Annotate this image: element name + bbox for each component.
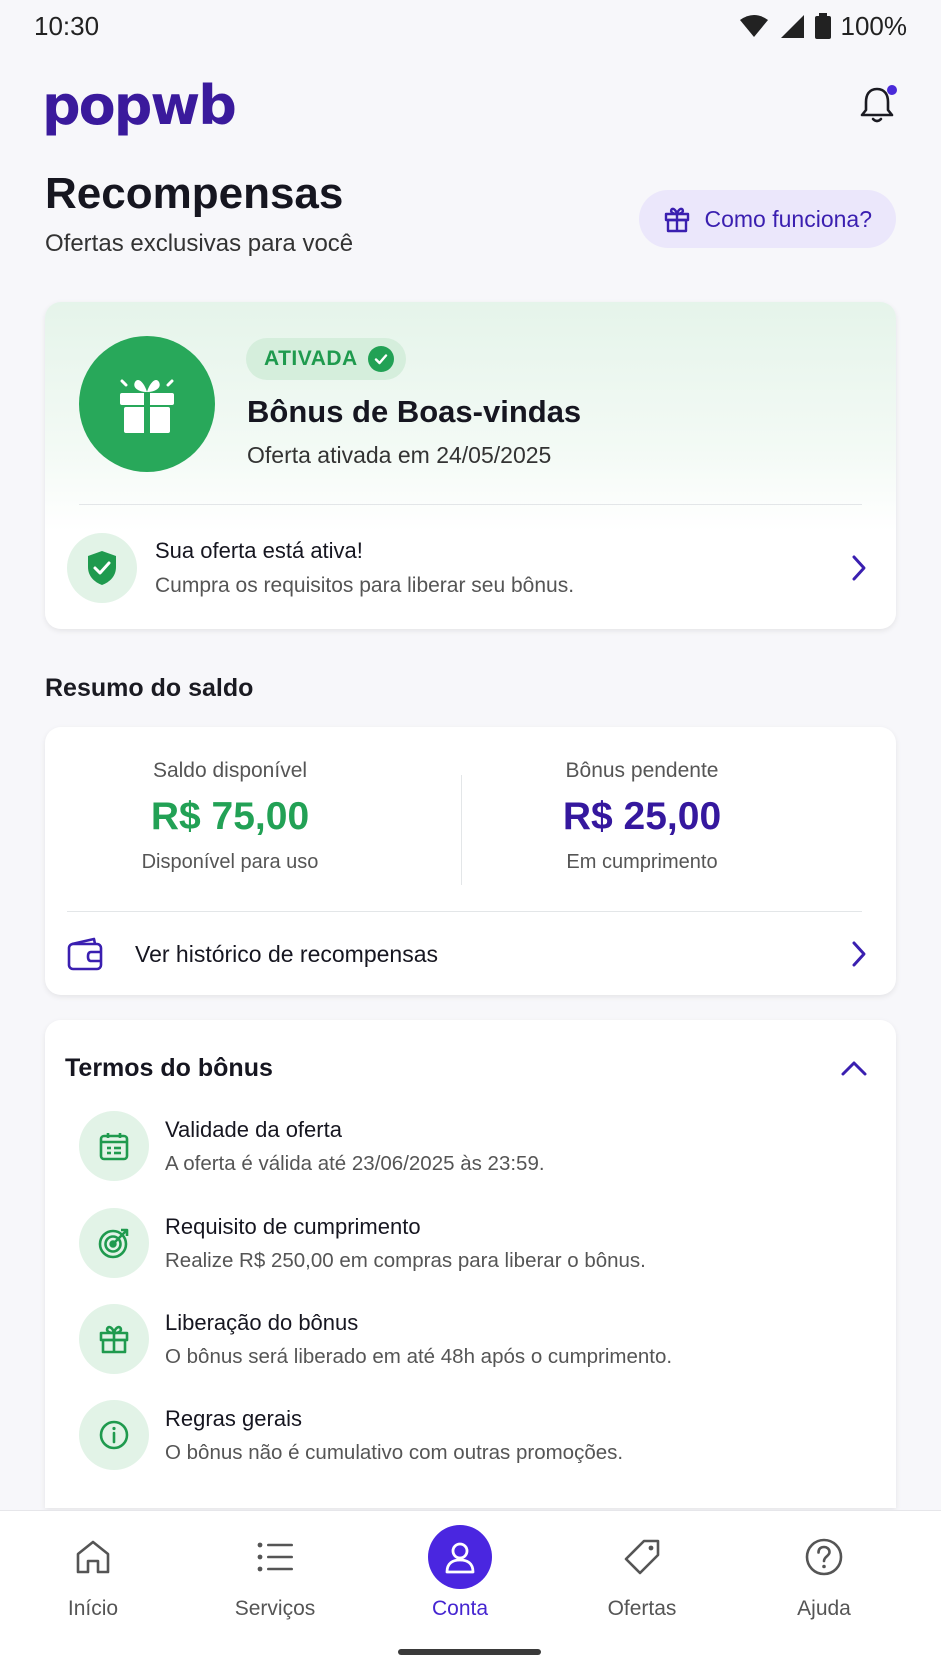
bonus-gift-avatar bbox=[79, 336, 215, 472]
wallet-icon bbox=[67, 937, 103, 971]
notification-dot bbox=[887, 85, 897, 95]
offer-activation-date: Oferta ativada em 24/05/2025 bbox=[247, 442, 552, 468]
check-circle-icon bbox=[367, 346, 394, 372]
list-icon bbox=[257, 1542, 293, 1572]
signal-icon bbox=[780, 15, 804, 38]
term-item-rules: Regras gerais O bônus não é cumulativo c… bbox=[79, 1399, 862, 1471]
term-description: Realize R$ 250,00 em compras para libera… bbox=[165, 1248, 646, 1272]
bonus-terms-card: Termos do bônus Validade da oferta A ofe… bbox=[45, 1020, 896, 1508]
term-item-validity: Validade da oferta A oferta é válida até… bbox=[79, 1110, 862, 1182]
help-icon bbox=[805, 1538, 843, 1576]
battery-level: 100% bbox=[840, 10, 908, 41]
divider bbox=[79, 504, 862, 505]
term-description: O bônus não é cumulativo com outras prom… bbox=[165, 1440, 624, 1464]
chevron-up-icon bbox=[841, 1061, 867, 1076]
nav-label: Ajuda bbox=[797, 1597, 851, 1620]
balance-summary-card: Saldo disponível R$ 75,00 Disponível par… bbox=[45, 727, 896, 995]
gift-icon bbox=[664, 207, 689, 233]
divider bbox=[67, 911, 862, 912]
page-header: Recompensas Ofertas exclusivas para você… bbox=[45, 172, 896, 272]
bonus-terms-title: Termos do bônus bbox=[65, 1053, 273, 1082]
status-icons: 100% bbox=[739, 10, 908, 42]
tag-icon bbox=[624, 1539, 660, 1575]
info-icon bbox=[79, 1400, 149, 1470]
term-title: Validade da oferta bbox=[165, 1116, 342, 1142]
gift-icon bbox=[79, 1304, 149, 1374]
nav-item-conta[interactable]: Conta bbox=[390, 1525, 530, 1621]
pending-bonus: Bônus pendente R$ 25,00 Em cumprimento bbox=[517, 759, 767, 874]
home-indicator[interactable] bbox=[398, 1649, 541, 1655]
how-it-works-button[interactable]: Como funciona? bbox=[638, 190, 896, 248]
rewards-history-link[interactable]: Ver histórico de recompensas bbox=[67, 927, 874, 981]
chevron-right-icon bbox=[844, 939, 874, 969]
term-title: Liberação do bônus bbox=[165, 1309, 359, 1335]
nav-label: Conta bbox=[431, 1597, 489, 1620]
offer-active-row[interactable]: Sua oferta está ativa! Cumpra os requisi… bbox=[67, 532, 874, 604]
nav-item-inicio[interactable]: Início bbox=[23, 1525, 163, 1621]
gift-icon bbox=[120, 379, 174, 433]
chevron-right-icon bbox=[844, 553, 874, 583]
term-description: A oferta é válida até 23/06/2025 às 23:5… bbox=[165, 1151, 545, 1175]
term-item-release: Liberação do bônus O bônus será liberado… bbox=[79, 1303, 862, 1375]
status-badge: ATIVADA bbox=[246, 338, 406, 380]
offer-active-description: Cumpra os requisitos para liberar seu bô… bbox=[155, 574, 575, 597]
status-time: 10:30 bbox=[34, 10, 100, 41]
nav-item-ajuda[interactable]: Ajuda bbox=[754, 1525, 894, 1621]
shield-check-icon bbox=[67, 533, 137, 603]
available-balance-value: R$ 75,00 bbox=[150, 795, 310, 838]
bonus-terms-header[interactable]: Termos do bônus bbox=[65, 1048, 868, 1088]
status-badge-label: ATIVADA bbox=[264, 347, 358, 370]
nav-label: Início bbox=[67, 1597, 119, 1620]
wifi-icon bbox=[739, 15, 768, 37]
logo: popwb bbox=[42, 73, 237, 137]
available-balance-label: Saldo disponível bbox=[152, 759, 308, 782]
user-icon bbox=[428, 1525, 492, 1589]
pending-bonus-label: Bônus pendente bbox=[565, 759, 719, 782]
divider bbox=[461, 775, 462, 885]
term-title: Regras gerais bbox=[165, 1405, 302, 1431]
notifications-button[interactable] bbox=[855, 83, 899, 127]
bottom-navigation: Início Serviços Conta Ofertas Ajuda bbox=[0, 1510, 941, 1672]
welcome-bonus-card: ATIVADA Bônus de Boas-vindas Oferta ativ… bbox=[45, 302, 896, 629]
available-balance-note: Disponível para uso bbox=[141, 851, 319, 873]
rewards-history-label: Ver histórico de recompensas bbox=[135, 940, 438, 967]
nav-item-servicos[interactable]: Serviços bbox=[205, 1525, 345, 1621]
nav-label: Ofertas bbox=[607, 1597, 677, 1620]
how-it-works-label: Como funciona? bbox=[704, 205, 873, 232]
offer-title: Bônus de Boas-vindas bbox=[247, 394, 582, 429]
term-item-requirement: Requisito de cumprimento Realize R$ 250,… bbox=[79, 1207, 862, 1279]
term-title: Requisito de cumprimento bbox=[165, 1213, 421, 1239]
term-description: O bônus será liberado em até 48h após o … bbox=[165, 1344, 673, 1368]
nav-label: Serviços bbox=[234, 1597, 316, 1620]
balance-section-title: Resumo do saldo bbox=[45, 674, 254, 702]
app-header: popwb bbox=[42, 72, 899, 138]
status-bar: 10:30 100% bbox=[0, 0, 941, 52]
nav-item-ofertas[interactable]: Ofertas bbox=[572, 1525, 712, 1621]
pending-bonus-value: R$ 25,00 bbox=[562, 795, 722, 838]
offer-active-title: Sua oferta está ativa! bbox=[155, 538, 363, 563]
available-balance: Saldo disponível R$ 75,00 Disponível par… bbox=[105, 759, 355, 874]
pending-bonus-note: Em cumprimento bbox=[566, 851, 718, 873]
battery-icon bbox=[814, 13, 831, 39]
calendar-icon bbox=[79, 1111, 149, 1181]
home-icon bbox=[76, 1540, 110, 1574]
target-icon bbox=[79, 1208, 149, 1278]
